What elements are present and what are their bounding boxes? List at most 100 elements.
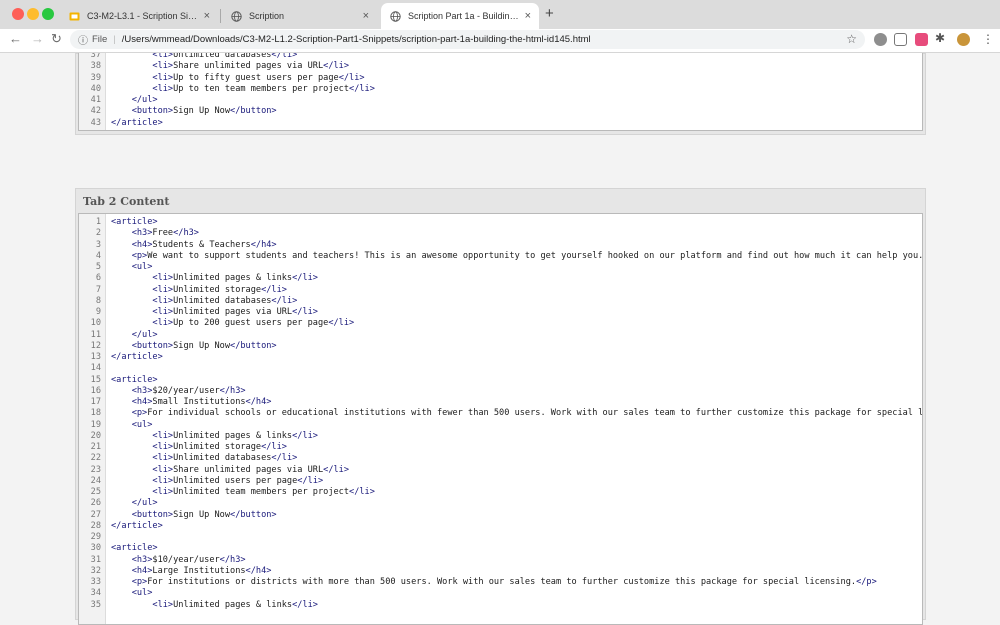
code-text: <li>Share unlimited pages via URL</li> (152, 61, 350, 72)
code-line: 17 <h4>Small Institutions</h4> (79, 397, 272, 408)
line-number: 12 (90, 340, 101, 351)
code-text: <li>Up to 200 guest users per page</li> (152, 318, 355, 329)
code-text: </article> (111, 117, 163, 128)
slides-icon (68, 10, 80, 22)
tab-close-icon[interactable]: × (363, 10, 369, 22)
line-number: 38 (90, 61, 101, 72)
code-line: 31 <h3>$10/year/user</h3> (79, 555, 246, 566)
address-divider: | (113, 34, 116, 45)
browser-tab-2[interactable]: Scription × (222, 3, 377, 29)
code-line: 3 <h4>Students & Teachers</h4> (79, 240, 277, 251)
back-button[interactable]: ← (9, 31, 22, 46)
line-number: 4 (95, 250, 101, 261)
notion-extension-icon[interactable] (894, 33, 907, 46)
code-text: <button>Sign Up Now</button> (131, 509, 277, 520)
forward-button[interactable]: → (31, 31, 44, 46)
browser-menu-icon[interactable]: ⋮ (982, 32, 994, 46)
extension-icon[interactable] (874, 33, 887, 46)
code-line: 4 <p>We want to support students and tea… (79, 250, 922, 262)
window-zoom-button[interactable] (42, 8, 54, 20)
section-heading: Tab 2 Content (83, 195, 170, 208)
line-number: 30 (90, 543, 101, 554)
line-number: 15 (90, 374, 101, 385)
info-icon[interactable]: ⓘ (78, 32, 88, 47)
globe-icon (230, 10, 242, 22)
code-line: 13 </article> (79, 352, 163, 363)
tab-close-icon[interactable]: × (525, 10, 531, 22)
code-line: 16 <h3>$20/year/user</h3> (79, 386, 246, 397)
line-number: 9 (95, 307, 101, 317)
new-tab-button[interactable]: + (545, 5, 554, 22)
code-line: 1 <article> (79, 217, 158, 228)
tab-title: Scription (249, 11, 285, 21)
code-text: <li>Unlimited team members per project</… (152, 487, 375, 497)
code-line: 24 <li>Unlimited users per page</li> (79, 476, 324, 487)
browser-tab-1[interactable]: C3-M2-L3.1 - Scription Site - × (60, 3, 218, 29)
code-line: 35 <li>Unlimited pages & links</li> (79, 600, 318, 611)
code-text: <p>For individual schools or educational… (131, 408, 923, 419)
line-number: 28 (90, 520, 101, 531)
tab-close-icon[interactable]: × (204, 10, 210, 22)
line-number: 29 (90, 532, 101, 542)
code-line: 21 <li>Unlimited storage</li> (79, 442, 287, 453)
extensions-puzzle-icon[interactable]: ✱ (935, 31, 945, 45)
code-text: <li>Unlimited storage</li> (152, 442, 287, 452)
code-line: 23 <li>Share unlimited pages via URL</li… (79, 465, 349, 476)
browser-tab-active[interactable]: Scription Part 1a - Building the × (381, 3, 539, 29)
url-text[interactable]: /Users/wmmead/Downloads/C3-M2-L1.2-Scrip… (122, 34, 591, 45)
reload-button[interactable]: ↻ (51, 31, 62, 47)
code-text: <li>Up to fifty guest users per page</li… (152, 72, 365, 83)
address-bar[interactable]: ⓘ File | /Users/wmmead/Downloads/C3-M2-L… (70, 30, 865, 49)
window-minimize-button[interactable] (27, 8, 39, 20)
code-line: 32 <h4>Large Institutions</h4> (79, 566, 272, 577)
window-close-button[interactable] (12, 8, 24, 20)
line-number: 13 (90, 352, 101, 362)
code-line: 8 <li>Unlimited databases</li> (79, 296, 297, 307)
code-text: <ul> (131, 419, 153, 430)
profile-avatar[interactable] (957, 33, 970, 46)
line-number: 21 (90, 442, 101, 452)
code-line: 28 </article> (79, 521, 163, 532)
code-text: <ul> (131, 588, 153, 599)
bookmark-star-icon[interactable]: ☆ (846, 32, 857, 46)
color-extension-icon[interactable] (915, 33, 928, 46)
code-text: <li>Unlimited databases</li> (152, 295, 298, 306)
line-number: 41 (90, 95, 101, 105)
line-number: 25 (90, 487, 101, 497)
line-number: 1 (95, 217, 101, 227)
code-text: </article> (111, 352, 163, 362)
line-number: 18 (90, 408, 101, 419)
line-number: 8 (95, 295, 101, 306)
code-line: 29 (79, 532, 111, 543)
line-number: 16 (90, 385, 101, 396)
code-text: <h3>$10/year/user</h3> (131, 554, 246, 565)
line-number: 3 (95, 239, 101, 250)
snippet-top-panel: 37 <li>Unlimited databases</li> 38 <li>Sh… (75, 53, 926, 135)
code-text: <li>Up to ten team members per project</… (152, 83, 375, 94)
code-text: <li>Unlimited pages & links</li> (152, 430, 318, 441)
tab-separator (220, 9, 221, 23)
code-text: <article> (111, 543, 158, 554)
code-line: 37 <li>Unlimited databases</li> (79, 53, 298, 61)
browser-toolbar: ← → ↻ ⓘ File | /Users/wmmead/Downloads/C… (0, 29, 1000, 53)
code-text: <article> (111, 374, 158, 385)
